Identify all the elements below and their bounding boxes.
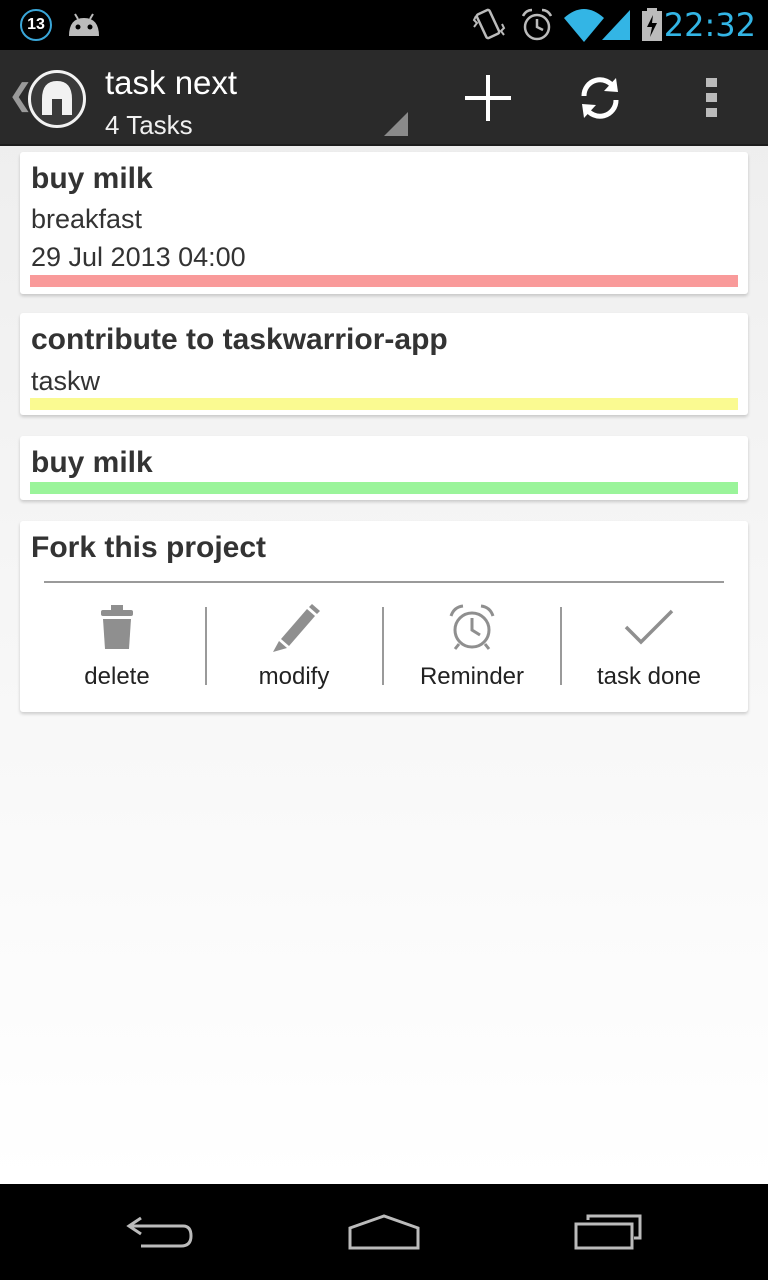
task-card[interactable]: buy milk breakfast 29 Jul 2013 04:00 — [20, 152, 748, 294]
battery-charging-icon — [642, 8, 662, 41]
task-card[interactable]: contribute to taskwarrior-app taskw — [20, 313, 748, 415]
spinner-indicator-icon — [384, 112, 408, 136]
android-icon — [69, 13, 99, 36]
task-title: buy milk — [31, 162, 153, 195]
overflow-menu-button[interactable] — [672, 50, 752, 146]
app-logo-icon[interactable] — [28, 70, 86, 128]
selected-task-title: Fork this project — [31, 531, 267, 564]
add-task-button[interactable] — [448, 50, 528, 146]
back-icon — [126, 1216, 193, 1248]
home-button[interactable] — [304, 1184, 464, 1280]
checkmark-icon — [624, 609, 674, 645]
priority-bar — [30, 398, 738, 410]
alarm-clock-icon — [449, 604, 495, 650]
home-icon — [348, 1214, 420, 1250]
navigation-bar — [0, 1184, 768, 1280]
delete-button[interactable]: delete — [29, 599, 205, 699]
reminder-button[interactable]: Reminder — [384, 599, 560, 699]
task-title: buy milk — [31, 446, 153, 479]
back-button[interactable] — [80, 1184, 240, 1280]
overflow-menu-icon — [706, 78, 717, 117]
modify-label: modify — [258, 663, 330, 690]
sync-button[interactable] — [560, 50, 640, 146]
task-done-label: task done — [596, 663, 702, 690]
recent-apps-button[interactable] — [528, 1184, 688, 1280]
recent-apps-icon — [574, 1214, 642, 1250]
add-icon — [465, 75, 511, 121]
action-bar-title[interactable]: task next — [105, 64, 237, 102]
task-title: contribute to taskwarrior-app — [31, 323, 448, 356]
task-due-date: 29 Jul 2013 04:00 — [31, 242, 246, 272]
vibrate-icon — [472, 8, 506, 40]
reminder-label: Reminder — [419, 663, 525, 690]
action-bar-subtitle[interactable]: 4 Tasks — [105, 110, 193, 141]
task-done-button[interactable]: task done — [561, 599, 737, 699]
selected-task-card[interactable]: Fork this project delete modify Reminder… — [20, 521, 748, 712]
delete-label: delete — [84, 663, 150, 690]
task-project: breakfast — [31, 204, 143, 234]
priority-bar — [30, 482, 738, 494]
notification-count-badge: 13 — [20, 9, 52, 41]
sync-icon — [581, 77, 619, 119]
pencil-icon — [273, 604, 320, 652]
status-bar: 13 22:32 — [0, 0, 768, 50]
task-card[interactable]: buy milk — [20, 436, 748, 500]
notification-count: 13 — [27, 16, 45, 33]
priority-bar — [30, 275, 738, 287]
helmet-icon — [42, 81, 72, 115]
trash-icon — [101, 605, 133, 649]
signal-icon — [602, 10, 630, 40]
alarm-icon — [521, 8, 553, 41]
task-project: taskw — [31, 366, 101, 396]
modify-button[interactable]: modify — [206, 599, 382, 699]
divider — [44, 581, 724, 583]
status-clock: 22:32 — [663, 6, 756, 44]
